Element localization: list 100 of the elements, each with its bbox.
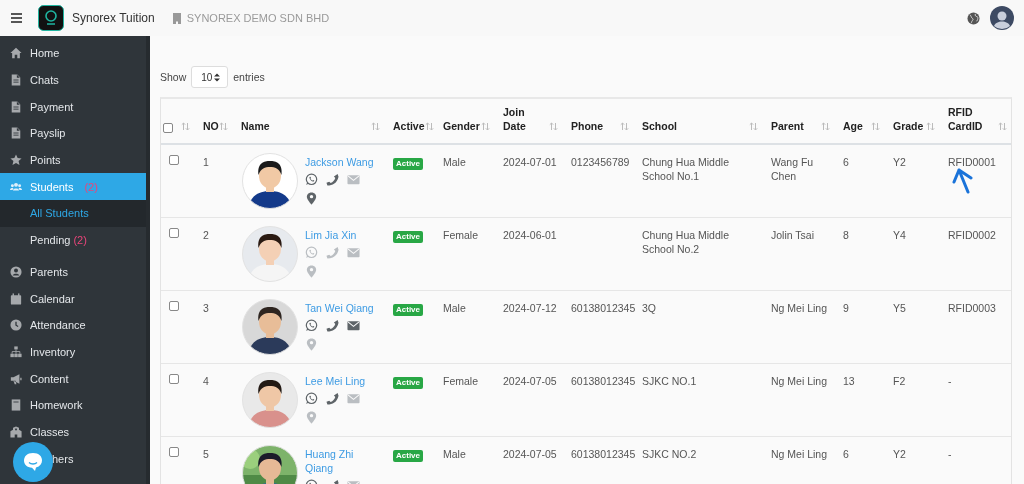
column-header[interactable]: Active xyxy=(393,119,425,133)
parent-cell-text: Ng Mei Ling xyxy=(770,374,829,389)
item-label: Pending xyxy=(30,234,71,247)
item-label: All Students xyxy=(30,207,89,220)
row-checkbox[interactable] xyxy=(169,301,179,311)
date-cell-text: 2024-07-05 xyxy=(502,374,558,389)
clock-icon xyxy=(10,319,22,332)
sort-icon[interactable] xyxy=(549,122,558,131)
user-avatar-icon[interactable] xyxy=(990,6,1014,30)
item-label: Classes xyxy=(30,425,70,438)
sidebar-item[interactable]: Calendar xyxy=(0,285,146,312)
sidebar-item[interactable]: Chats xyxy=(0,66,146,94)
whatsapp-icon[interactable] xyxy=(305,319,318,332)
sidebar-item[interactable]: Content xyxy=(0,365,146,392)
sort-icon[interactable] xyxy=(926,122,935,131)
mail-icon[interactable] xyxy=(347,319,360,332)
whatsapp-icon[interactable] xyxy=(305,173,318,186)
parent-cell-text: Ng Mei Ling xyxy=(770,447,829,462)
grade-cell-text: F2 xyxy=(892,374,907,389)
rfid-cell: RFID0003 xyxy=(948,302,996,314)
phone-icon[interactable] xyxy=(326,392,339,405)
sidebar-item[interactable]: Attendance xyxy=(0,311,146,339)
building-icon xyxy=(10,425,22,438)
column-header[interactable]: RFID CardID xyxy=(948,105,983,133)
date-cell-text: 2024-06-01 xyxy=(502,228,558,243)
sidebar-item[interactable]: Homework xyxy=(0,391,146,419)
row-checkbox[interactable] xyxy=(169,374,179,384)
age-cell-text: 6 xyxy=(842,447,850,462)
caret-icon xyxy=(214,72,221,82)
sidebar-item[interactable]: Classes xyxy=(0,418,146,446)
school-cell-text: 3Q xyxy=(641,301,657,316)
whatsapp-icon[interactable] xyxy=(305,392,318,405)
gender-cell-text: Male xyxy=(442,155,467,170)
column-header[interactable]: Join Date xyxy=(503,105,526,133)
parent-cell-text: Jolin Tsai xyxy=(770,228,815,243)
grade-cell-text: Y5 xyxy=(892,301,907,316)
location-pin-icon[interactable] xyxy=(305,192,318,205)
entries-select[interactable]: 10 xyxy=(191,66,229,88)
phone-icon[interactable] xyxy=(326,173,339,186)
row-checkbox[interactable] xyxy=(169,228,179,238)
item-label: Payment xyxy=(30,100,74,113)
grade-cell-text: Y2 xyxy=(892,155,907,170)
column-header[interactable]: Phone xyxy=(571,119,604,133)
app-title: Synorex Tuition xyxy=(72,11,155,25)
age-cell-text: 8 xyxy=(842,228,850,243)
column-header[interactable]: Name xyxy=(241,119,270,133)
age-cell-text: 13 xyxy=(842,374,856,389)
column-header[interactable]: NO xyxy=(203,119,219,133)
row-checkbox[interactable] xyxy=(169,155,179,165)
sidebar-item[interactable]: Home xyxy=(0,40,146,67)
menu-icon[interactable] xyxy=(11,13,22,23)
megaphone-icon xyxy=(10,372,22,385)
column-header[interactable]: Age xyxy=(843,119,863,133)
phone-cell-text: 0123456789 xyxy=(570,155,631,170)
sidebar-item[interactable]: Payslip xyxy=(0,120,146,147)
item-label: Content xyxy=(30,372,69,385)
document-icon xyxy=(10,74,22,87)
column-header[interactable]: School xyxy=(642,119,677,133)
gender-cell-text: Male xyxy=(442,301,467,316)
item-label: Parents xyxy=(30,265,68,278)
item-label: Students xyxy=(30,180,74,193)
rfid-cell: RFID0001 xyxy=(948,156,996,168)
sort-icon[interactable] xyxy=(424,122,434,131)
sort-icon[interactable] xyxy=(821,122,830,131)
select-all-checkbox[interactable] xyxy=(163,123,173,133)
sort-icon[interactable] xyxy=(371,122,380,131)
sort-icon[interactable] xyxy=(481,122,490,131)
column-header[interactable]: Gender xyxy=(443,119,480,133)
count-label: (2) xyxy=(84,180,98,193)
entries-label: entries xyxy=(233,71,265,83)
age-cell-text: 9 xyxy=(842,301,850,316)
column-header[interactable]: Grade xyxy=(893,119,924,133)
sort-icon[interactable] xyxy=(219,122,228,131)
phone-icon[interactable] xyxy=(326,319,339,332)
sort-icon[interactable] xyxy=(749,122,758,131)
number-cell-text: 5 xyxy=(202,447,210,462)
row-checkbox[interactable] xyxy=(169,447,179,457)
sort-icon[interactable] xyxy=(998,122,1007,131)
rfid-cell: RFID0002 xyxy=(948,229,996,241)
column-header[interactable]: Parent xyxy=(771,119,804,133)
submenu-item[interactable]: Pending (2) xyxy=(0,226,146,254)
users-icon xyxy=(10,180,22,193)
submenu-item[interactable]: All Students xyxy=(0,200,146,227)
sidebar-item[interactable]: Points xyxy=(0,146,146,174)
boxes-icon xyxy=(10,345,22,358)
sort-icon[interactable] xyxy=(620,122,629,131)
sort-icon[interactable] xyxy=(871,122,880,131)
sidebar-item[interactable]: Parents xyxy=(0,258,146,286)
phone-cell-text: 60138012345 xyxy=(570,374,635,389)
grade-cell-text: Y2 xyxy=(892,447,907,462)
sort-icon[interactable] xyxy=(181,122,190,131)
sidebar-item[interactable]: Inventory xyxy=(0,338,146,366)
book-icon xyxy=(10,399,22,412)
chat-button[interactable] xyxy=(13,442,53,482)
school-cell-text: SJKC NO.1 xyxy=(641,374,698,389)
globe-icon[interactable] xyxy=(967,11,980,25)
logo-icon xyxy=(38,5,64,31)
sidebar-item[interactable]: hers xyxy=(0,445,146,472)
gender-cell-text: Female xyxy=(442,374,479,389)
sidebar-item[interactable]: Payment xyxy=(0,93,146,121)
